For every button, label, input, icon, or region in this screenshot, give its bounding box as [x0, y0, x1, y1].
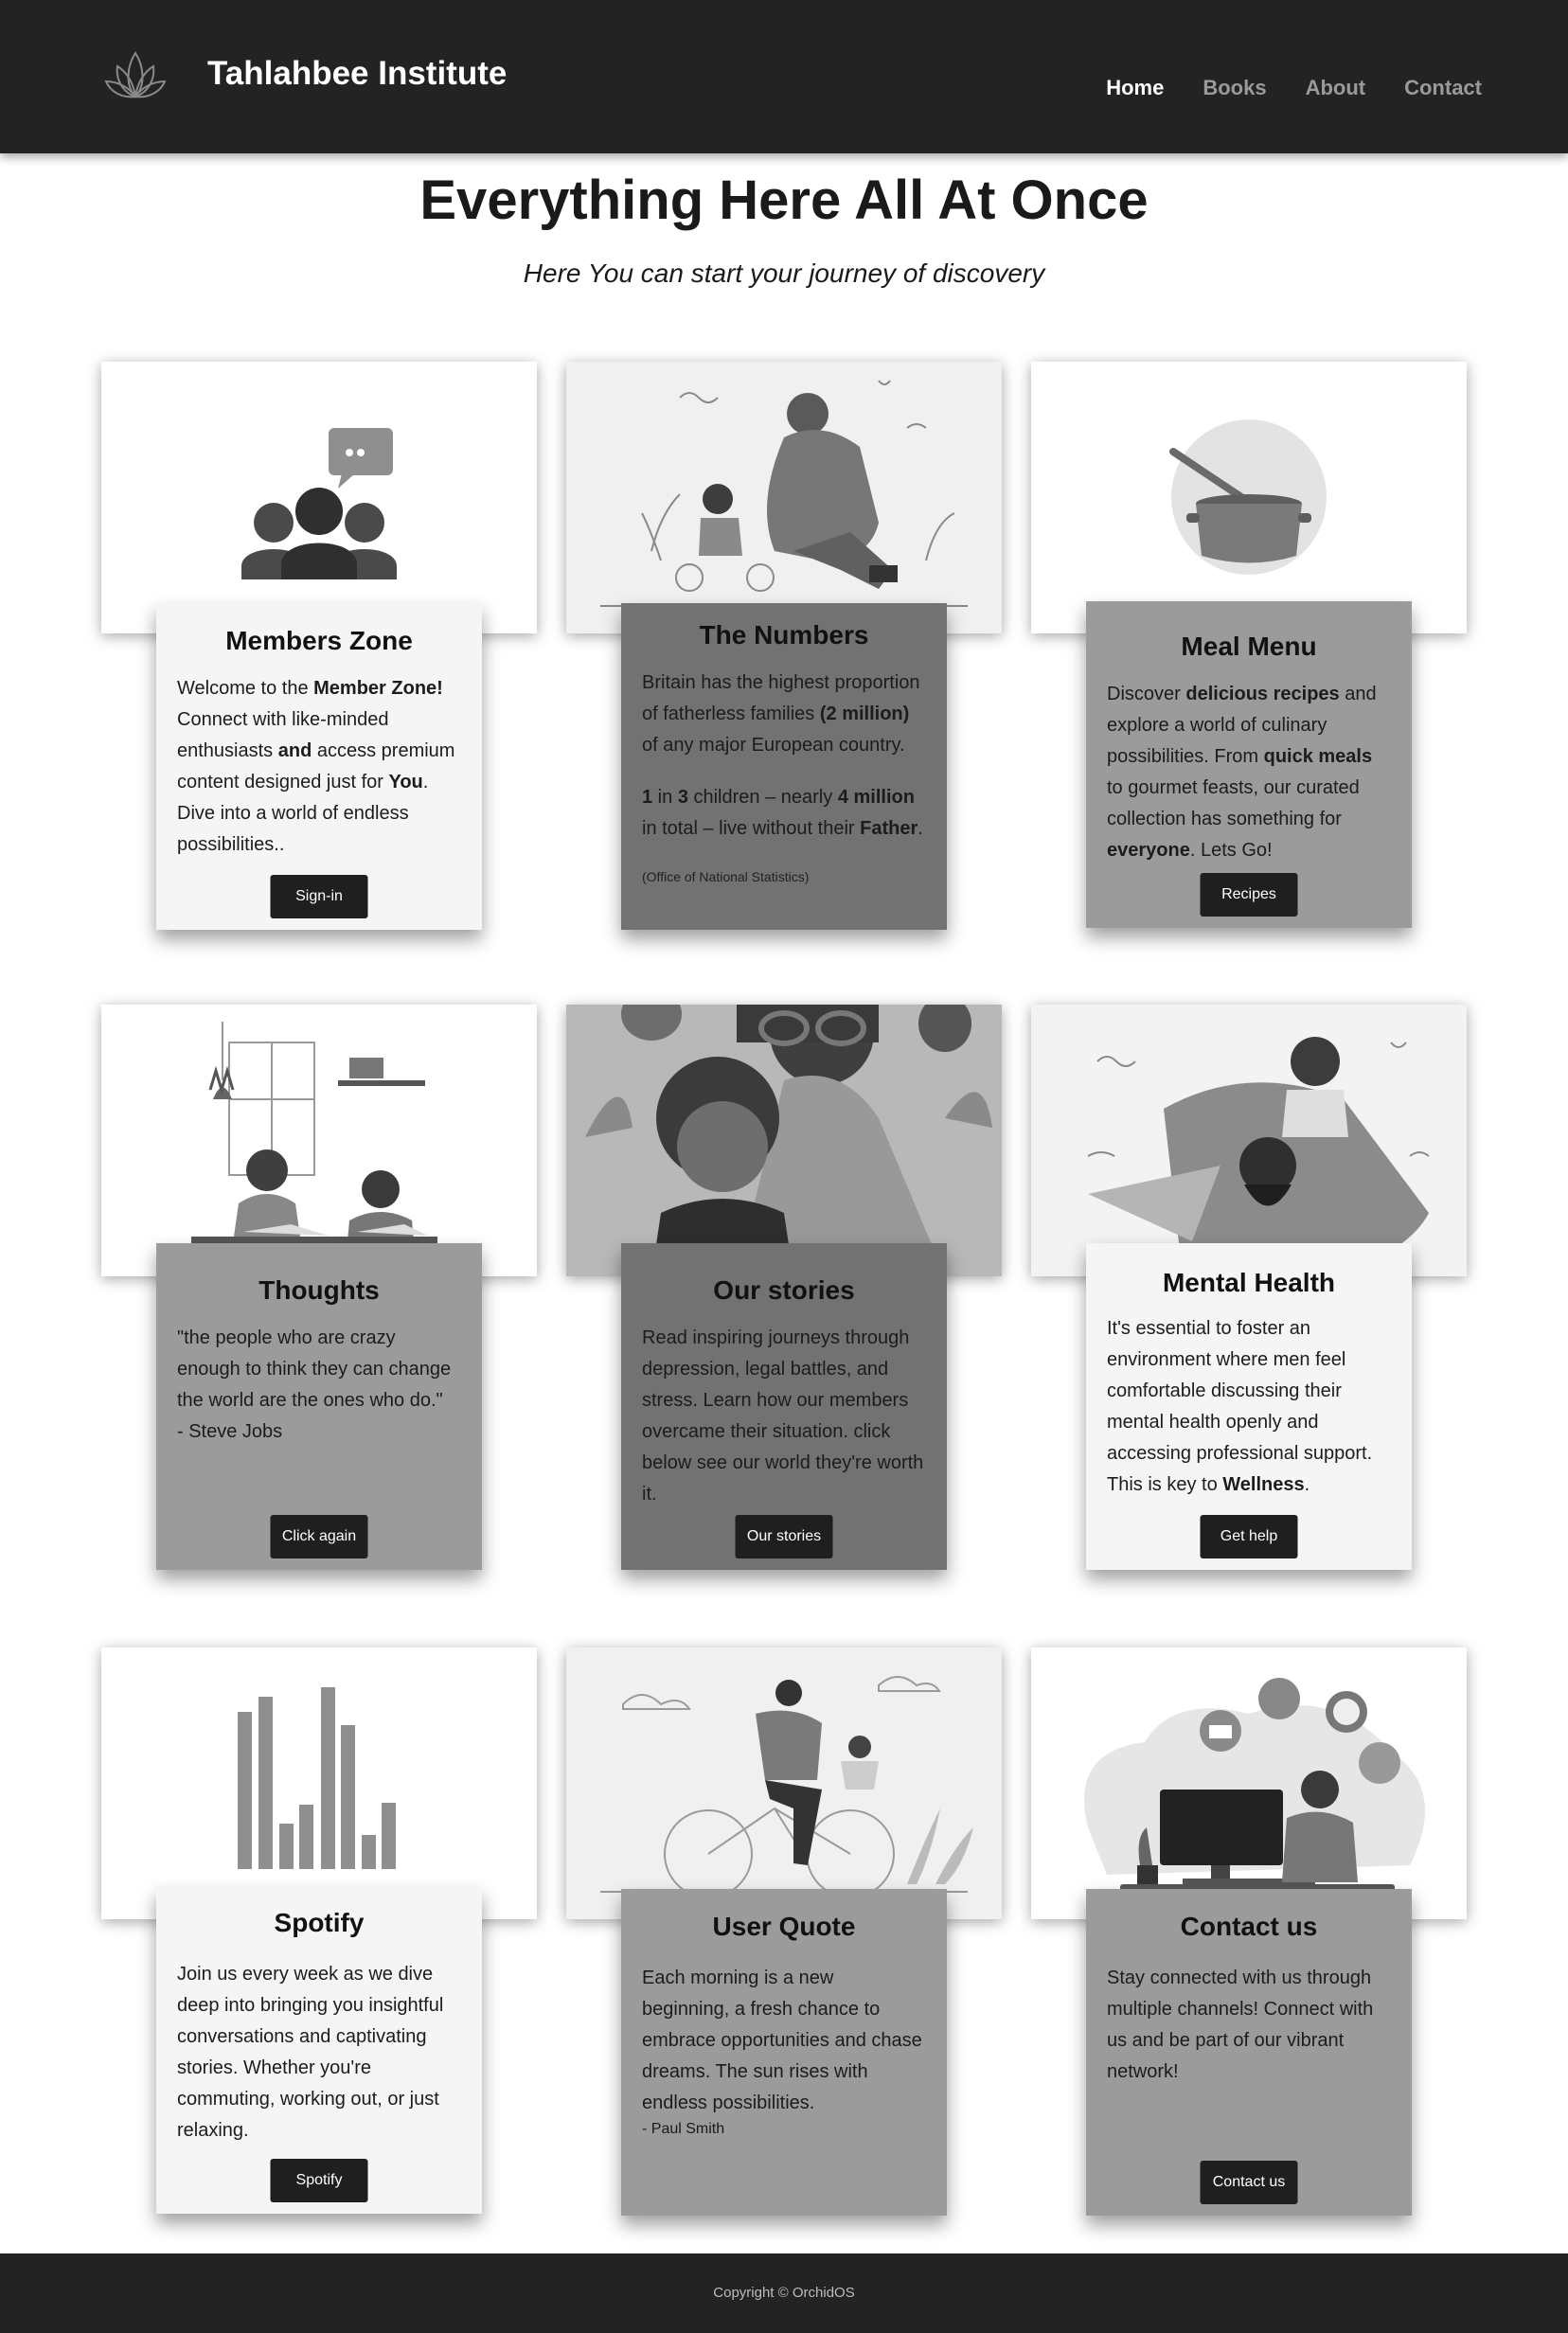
card-image: [566, 1005, 1002, 1276]
nav-books[interactable]: Books: [1203, 76, 1266, 100]
card-image: [1031, 1647, 1467, 1919]
card-body: Spotify Join us every week as we dive de…: [156, 1887, 482, 2214]
hero-subtitle: Here You can start your journey of disco…: [523, 258, 1045, 288]
father-son-shoulders-illustration: [1087, 1037, 1430, 1276]
card-paragraph: It's essential to foster an environment …: [1107, 1318, 1373, 1495]
card-text: It's essential to foster an environment …: [1107, 1313, 1391, 1501]
father-child-bicycle-illustration: [600, 1676, 973, 1898]
audio-bars-icon: [238, 1687, 396, 1869]
quote-author: - Paul Smith: [642, 2121, 725, 2137]
card-body: The Numbers Britain has the highest prop…: [621, 603, 947, 930]
card-paragraph: Stay connected with us through multiple …: [1107, 1968, 1374, 2082]
card-body: Thoughts "the people who are crazy enoug…: [156, 1243, 482, 1570]
site-footer: Copyright © OrchidOS: [0, 2253, 1568, 2333]
spotify-button[interactable]: Spotify: [270, 2159, 368, 2202]
card-text: Each morning is a new beginning, a fresh…: [642, 1963, 926, 2119]
card-paragraph: Each morning is a new beginning, a fresh…: [642, 1968, 922, 2113]
card-text: "the people who are crazy enough to thin…: [177, 1323, 461, 1448]
card-paragraph: "the people who are crazy enough to thin…: [177, 1327, 452, 1411]
card-text: Read inspiring journeys through depressi…: [642, 1323, 926, 1510]
card-title: Mental Health: [1162, 1268, 1336, 1297]
parent-child-illustration: [585, 1005, 992, 1276]
our-stories-button[interactable]: Our stories: [735, 1515, 833, 1558]
lotus-icon[interactable]: [104, 47, 167, 100]
nav-about[interactable]: About: [1306, 76, 1366, 100]
card-title: Spotify: [274, 1908, 365, 1937]
hero-title: Everything Here All At Once: [419, 169, 1149, 231]
card-body: Mental Health It's essential to foster a…: [1086, 1243, 1412, 1570]
card-image: [101, 362, 537, 633]
card-image: [101, 1005, 537, 1276]
card-image: [101, 1647, 537, 1919]
card-title: Meal Menu: [1181, 632, 1317, 661]
card-body: Members Zone Welcome to the Member Zone!…: [156, 603, 482, 930]
card-text: Stay connected with us through multiple …: [1107, 1963, 1391, 2088]
card-paragraph: Britain has the highest proportion of fa…: [642, 672, 920, 756]
card-source-note: (Office of National Statistics): [642, 869, 810, 884]
card-image: [1031, 362, 1467, 633]
card-body: Meal Menu Discover delicious recipes and…: [1086, 601, 1412, 928]
card-title: The Numbers: [699, 620, 869, 650]
children-studying-illustration: [191, 1022, 437, 1244]
card-image: [566, 362, 1002, 633]
nav-contact[interactable]: Contact: [1404, 76, 1482, 100]
card-paragraph: Join us every week as we dive deep into …: [177, 1964, 444, 2141]
card-title: Our stories: [713, 1275, 855, 1305]
card-paragraph: Read inspiring journeys through depressi…: [642, 1327, 924, 1505]
get-help-button[interactable]: Get help: [1200, 1515, 1298, 1558]
card-paragraph: Discover delicious recipes and explore a…: [1107, 684, 1377, 861]
card-title: Thoughts: [258, 1275, 380, 1305]
recipes-button[interactable]: Recipes: [1200, 873, 1298, 917]
support-agent-illustration: [1084, 1678, 1425, 1892]
site-header: Tahlahbee Institute Home Books About Con…: [0, 0, 1568, 153]
click-again-button[interactable]: Click again: [270, 1515, 368, 1558]
card-paragraph: Welcome to the Member Zone! Connect with…: [177, 678, 455, 855]
card-title: Contact us: [1180, 1912, 1318, 1941]
main-nav: Home Books About Contact: [1067, 76, 1482, 100]
father-daughter-bike-illustration: [600, 380, 968, 607]
sign-in-button[interactable]: Sign-in: [270, 875, 368, 918]
card-paragraph: - Steve Jobs: [177, 1421, 283, 1442]
community-chat-icon: [241, 428, 397, 579]
card-text: Join us every week as we dive deep into …: [177, 1959, 461, 2146]
cooking-pot-icon: [1169, 419, 1327, 575]
card-text: Britain has the highest proportion of fa…: [642, 668, 926, 845]
brand-name[interactable]: Tahlahbee Institute: [207, 55, 507, 93]
card-title: User Quote: [712, 1912, 856, 1941]
card-text: Discover delicious recipes and explore a…: [1107, 679, 1391, 866]
card-body: Our stories Read inspiring journeys thro…: [621, 1243, 947, 1570]
card-image: [566, 1647, 1002, 1919]
card-paragraph: 1 in 3 children – nearly 4 million in to…: [642, 787, 923, 839]
copyright-text: Copyright © OrchidOS: [713, 2285, 855, 2301]
card-image: [1031, 1005, 1467, 1276]
card-body: Contact us Stay connected with us throug…: [1086, 1889, 1412, 2216]
contact-us-button[interactable]: Contact us: [1200, 2161, 1298, 2204]
card-body: User Quote Each morning is a new beginni…: [621, 1889, 947, 2216]
card-text: Welcome to the Member Zone! Connect with…: [177, 673, 461, 861]
nav-home[interactable]: Home: [1106, 76, 1164, 100]
card-title: Members Zone: [225, 626, 413, 655]
